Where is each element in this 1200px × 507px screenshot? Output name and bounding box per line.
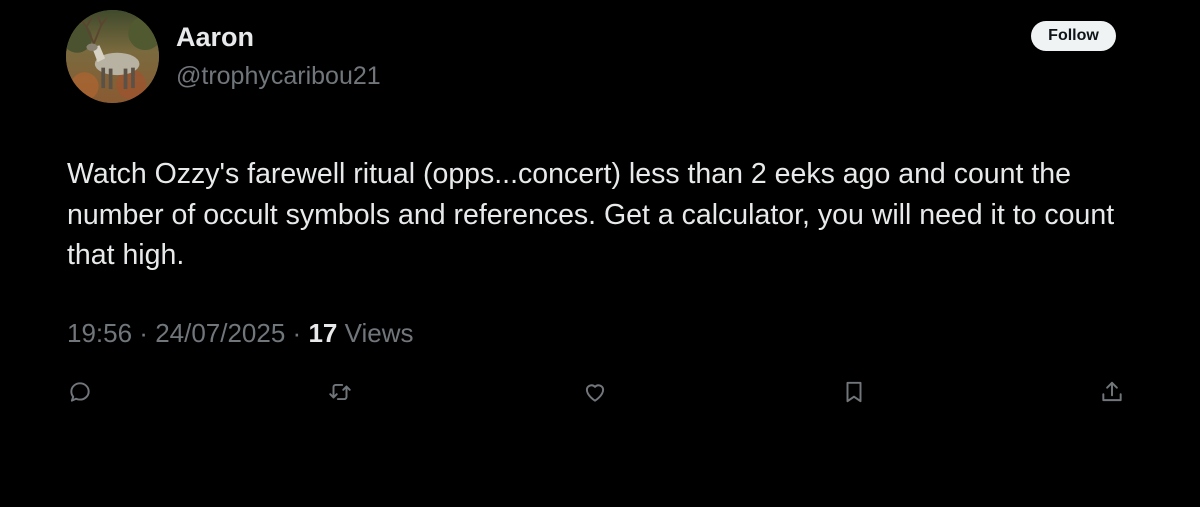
avatar[interactable] — [66, 10, 159, 103]
like-icon — [585, 384, 605, 402]
follow-button[interactable]: Follow — [1031, 21, 1116, 51]
bookmark-icon — [846, 381, 862, 403]
views-label: Views — [337, 318, 414, 348]
views-count[interactable]: 17 — [308, 318, 337, 348]
reply-icon — [70, 382, 90, 402]
tweet-date[interactable]: 24/07/2025 — [155, 318, 285, 348]
reply-button[interactable] — [66, 378, 94, 406]
user-handle[interactable]: @trophycaribou21 — [176, 60, 381, 92]
like-button[interactable] — [581, 378, 609, 406]
retweet-icon — [329, 383, 351, 401]
tweet-text: Watch Ozzy's farewell ritual (opps...con… — [67, 158, 1115, 271]
meta-separator: · — [132, 318, 156, 348]
user-name[interactable]: Aaron — [176, 20, 254, 54]
retweet-button[interactable] — [326, 378, 354, 406]
bookmark-button[interactable] — [840, 378, 868, 406]
share-icon — [1102, 381, 1122, 402]
tweet-time[interactable]: 19:56 — [67, 318, 132, 348]
tweet: Aaron @trophycaribou21 Follow Watch Ozzy… — [0, 0, 1200, 507]
caribou-avatar-icon — [66, 10, 159, 103]
tweet-meta: 19:56 · 24/07/2025 · 17 Views — [67, 316, 413, 350]
meta-separator: · — [285, 318, 309, 348]
action-bar — [0, 378, 1200, 406]
share-button[interactable] — [1098, 378, 1126, 406]
